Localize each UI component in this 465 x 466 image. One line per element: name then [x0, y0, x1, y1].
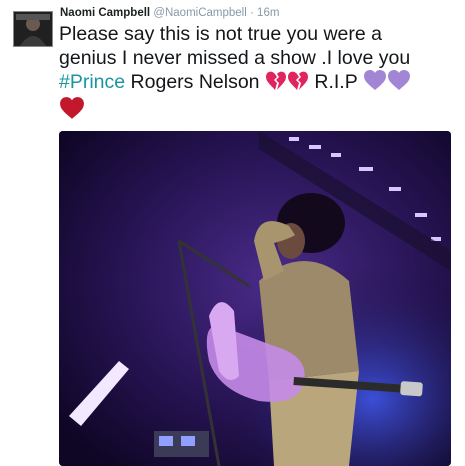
timestamp[interactable]: 16m	[257, 7, 279, 19]
purple-heart-icon	[363, 70, 387, 97]
author-handle[interactable]: @NaomiCampbell	[153, 7, 246, 19]
separator-dot: ·	[250, 7, 254, 19]
red-heart-icon	[59, 97, 85, 126]
purple-heart-icon	[387, 70, 411, 97]
broken-heart-icon	[265, 71, 287, 97]
rip-text: R.I.P	[308, 71, 363, 93]
tweet-photo[interactable]	[59, 131, 451, 466]
tweet-card: Naomi Campbell @NaomiCampbell · 16m Plea…	[0, 0, 465, 466]
tweet-text-line2: genius I never missed a show .I love you	[59, 47, 411, 69]
tweet-text: Please say this is not true you were a g…	[59, 22, 459, 126]
tweet-header: Naomi Campbell @NaomiCampbell · 16m	[60, 7, 279, 19]
author-name[interactable]: Naomi Campbell	[60, 7, 150, 19]
hashtag-link[interactable]: #Prince	[59, 71, 125, 93]
broken-heart-icon	[287, 71, 309, 97]
tweet-text-line1: Please say this is not true you were a	[59, 23, 382, 45]
avatar[interactable]	[13, 11, 53, 47]
tweet-text-line3: Rogers Nelson	[125, 71, 265, 93]
